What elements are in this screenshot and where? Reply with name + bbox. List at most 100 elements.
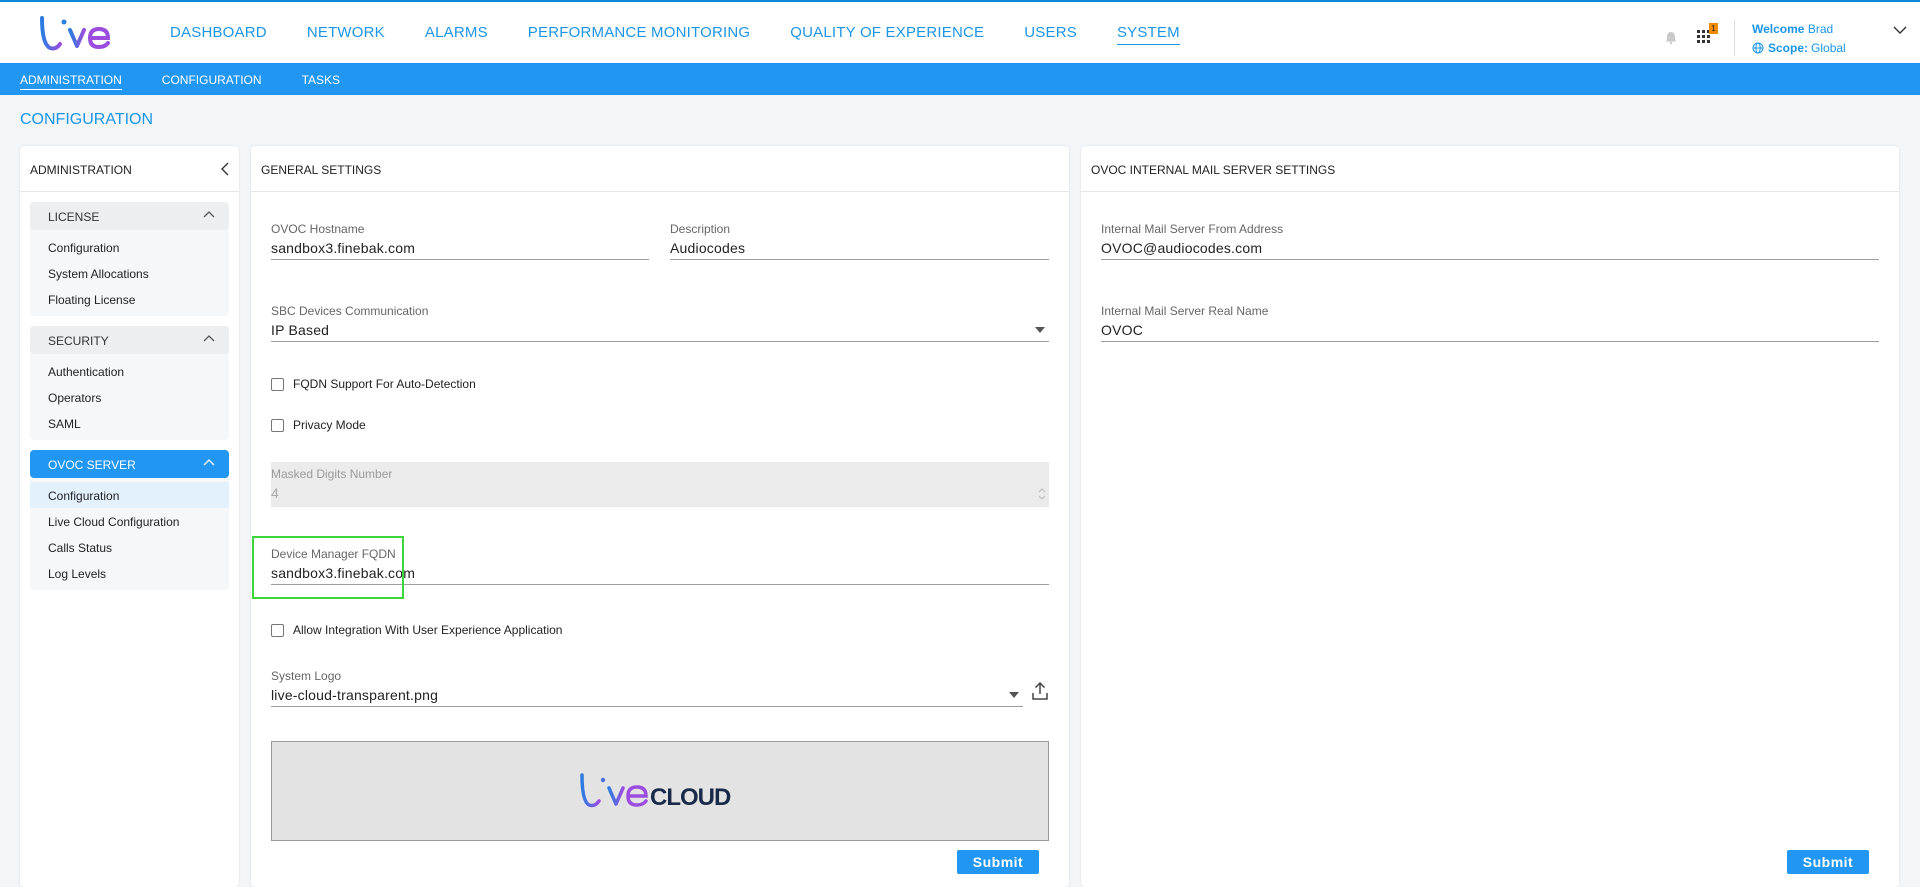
sidebar-item-server-configuration[interactable]: Configuration: [30, 482, 229, 508]
nav-quality-of-experience[interactable]: QUALITY OF EXPERIENCE: [790, 24, 984, 45]
sidebar-item-system-allocations[interactable]: System Allocations: [30, 260, 229, 286]
cloud-logo-text: CLOUD: [650, 784, 731, 811]
caret-down-icon: [1009, 692, 1019, 698]
sidebar-item-authentication[interactable]: Authentication: [30, 358, 229, 384]
scope-indicator: Scope: Global: [1752, 41, 1846, 55]
sidebar-item-license-configuration[interactable]: Configuration: [30, 234, 229, 260]
top-navbar: DASHBOARD NETWORK ALARMS PERFORMANCE MON…: [0, 0, 1920, 63]
chevron-left-icon[interactable]: [221, 162, 229, 176]
masked-digits-input: 4: [271, 485, 1049, 504]
chevron-up-icon: [203, 459, 215, 466]
description-input[interactable]: Audiocodes: [670, 240, 1049, 260]
mail-submit-button[interactable]: Submit: [1787, 850, 1869, 874]
live-logo[interactable]: [38, 14, 114, 54]
spinner-icon: [1038, 488, 1046, 500]
caret-down-icon: [1035, 327, 1045, 333]
sidebar-title: ADMINISTRATION: [30, 163, 132, 177]
privacy-mode-row: Privacy Mode: [271, 418, 366, 432]
masked-digits-value: 4: [271, 485, 279, 501]
chevron-up-icon: [203, 335, 215, 342]
mail-server-panel: OVOC INTERNAL MAIL SERVER SETTINGS Inter…: [1081, 146, 1899, 887]
select-value: live-cloud-transparent.png: [271, 687, 439, 703]
fqdn-support-checkbox[interactable]: [271, 377, 284, 391]
sub-navbar: ADMINISTRATION CONFIGURATION TASKS: [0, 63, 1920, 95]
system-logo-select[interactable]: live-cloud-transparent.png: [271, 687, 1023, 707]
subnav-configuration[interactable]: CONFIGURATION: [162, 73, 262, 90]
select-value: IP Based: [271, 322, 330, 338]
sidebar-group-label: LICENSE: [48, 210, 100, 224]
bell-icon[interactable]: [1665, 31, 1677, 44]
sidebar-item-live-cloud-configuration[interactable]: Live Cloud Configuration: [30, 508, 229, 534]
masked-digits-field: Masked Digits Number 4: [271, 462, 1049, 507]
sidebar-item-log-levels[interactable]: Log Levels: [30, 560, 229, 586]
general-settings-panel: GENERAL SETTINGS OVOC Hostname sandbox3.…: [251, 146, 1069, 887]
sidebar-item-operators[interactable]: Operators: [30, 384, 229, 410]
sidebar-group-label: SECURITY: [48, 334, 109, 348]
nav-users[interactable]: USERS: [1024, 24, 1077, 45]
sidebar-group-security: SECURITY Authentication Operators SAML: [30, 326, 229, 440]
panel-title: GENERAL SETTINGS: [261, 163, 382, 177]
sidebar-group-ovoc-server-header[interactable]: OVOC SERVER: [30, 450, 229, 478]
sidebar-item-saml[interactable]: SAML: [30, 410, 229, 436]
general-submit-button[interactable]: Submit: [957, 850, 1039, 874]
sbc-communication-field: SBC Devices Communication IP Based: [271, 304, 1049, 342]
checkbox-label: FQDN Support For Auto-Detection: [293, 377, 476, 391]
live-cloud-logo: CLOUD: [580, 773, 732, 811]
checkbox-label: Privacy Mode: [293, 418, 366, 432]
fqdn-support-row: FQDN Support For Auto-Detection: [271, 377, 476, 391]
sidebar-group-label: OVOC SERVER: [48, 458, 136, 472]
mail-from-address-input[interactable]: OVOC@audiocodes.com: [1101, 240, 1879, 260]
field-label: Description: [670, 222, 731, 236]
mail-real-name-field: Internal Mail Server Real Name OVOC: [1101, 304, 1879, 342]
page-title: CONFIGURATION: [20, 111, 154, 128]
field-label: SBC Devices Communication: [271, 304, 429, 318]
subnav-tasks[interactable]: TASKS: [302, 73, 340, 90]
checkbox-label: Allow Integration With User Experience A…: [293, 623, 563, 637]
description-field: Description Audiocodes: [670, 222, 1049, 260]
sidebar-header: ADMINISTRATION: [20, 146, 239, 192]
sidebar-group-license: LICENSE Configuration System Allocations…: [30, 202, 229, 316]
ovoc-hostname-field: OVOC Hostname sandbox3.finebak.com: [271, 222, 649, 260]
system-logo-field: System Logo live-cloud-transparent.png: [271, 669, 1023, 707]
nav-network[interactable]: NETWORK: [307, 24, 385, 45]
highlight-box: [252, 536, 404, 599]
integration-row: Allow Integration With User Experience A…: [271, 623, 562, 637]
privacy-mode-checkbox[interactable]: [271, 418, 284, 432]
upload-icon[interactable]: [1032, 682, 1048, 700]
sidebar-group-license-header[interactable]: LICENSE: [30, 202, 229, 230]
sidebar-group-security-header[interactable]: SECURITY: [30, 326, 229, 354]
nav-system[interactable]: SYSTEM: [1116, 24, 1180, 45]
nav-dashboard[interactable]: DASHBOARD: [170, 24, 267, 45]
field-label: OVOC Hostname: [271, 222, 365, 236]
ovoc-hostname-input[interactable]: sandbox3.finebak.com: [271, 240, 649, 260]
integration-checkbox[interactable]: [271, 623, 284, 637]
subnav-administration[interactable]: ADMINISTRATION: [20, 73, 122, 90]
mail-from-address-field: Internal Mail Server From Address OVOC@a…: [1101, 222, 1879, 260]
sbc-communication-select[interactable]: IP Based: [271, 322, 1049, 342]
nav-performance-monitoring[interactable]: PERFORMANCE MONITORING: [528, 24, 750, 45]
scope-value: Global: [1811, 41, 1846, 55]
welcome-text: Welcome Brad: [1752, 22, 1833, 36]
user-name: Brad: [1807, 22, 1834, 36]
nav-alarms[interactable]: ALARMS: [425, 24, 488, 45]
sidebar-item-floating-license[interactable]: Floating License: [30, 286, 229, 312]
chevron-up-icon: [203, 211, 215, 218]
scope-label: Scope:: [1768, 41, 1809, 55]
mail-real-name-input[interactable]: OVOC: [1101, 322, 1879, 342]
general-settings-header: GENERAL SETTINGS: [251, 146, 1069, 192]
sidebar-item-calls-status[interactable]: Calls Status: [30, 534, 229, 560]
chevron-down-icon[interactable]: [1893, 25, 1907, 35]
sub-nav: ADMINISTRATION CONFIGURATION TASKS: [20, 73, 380, 90]
field-label: Masked Digits Number: [271, 467, 393, 481]
administration-sidebar: ADMINISTRATION LICENSE Configuration Sys…: [20, 146, 239, 887]
system-logo-preview: CLOUD: [271, 741, 1049, 841]
panel-title: OVOC INTERNAL MAIL SERVER SETTINGS: [1091, 163, 1336, 177]
header-divider: [1734, 20, 1735, 56]
mail-server-header: OVOC INTERNAL MAIL SERVER SETTINGS: [1081, 146, 1899, 192]
alarm-count-badge: 1: [1709, 23, 1718, 34]
welcome-label: Welcome: [1752, 22, 1805, 36]
globe-icon: [1752, 42, 1764, 54]
sidebar-group-ovoc-server: OVOC SERVER Configuration Live Cloud Con…: [30, 450, 229, 590]
field-label: System Logo: [271, 669, 342, 683]
field-label: Internal Mail Server Real Name: [1101, 304, 1269, 318]
